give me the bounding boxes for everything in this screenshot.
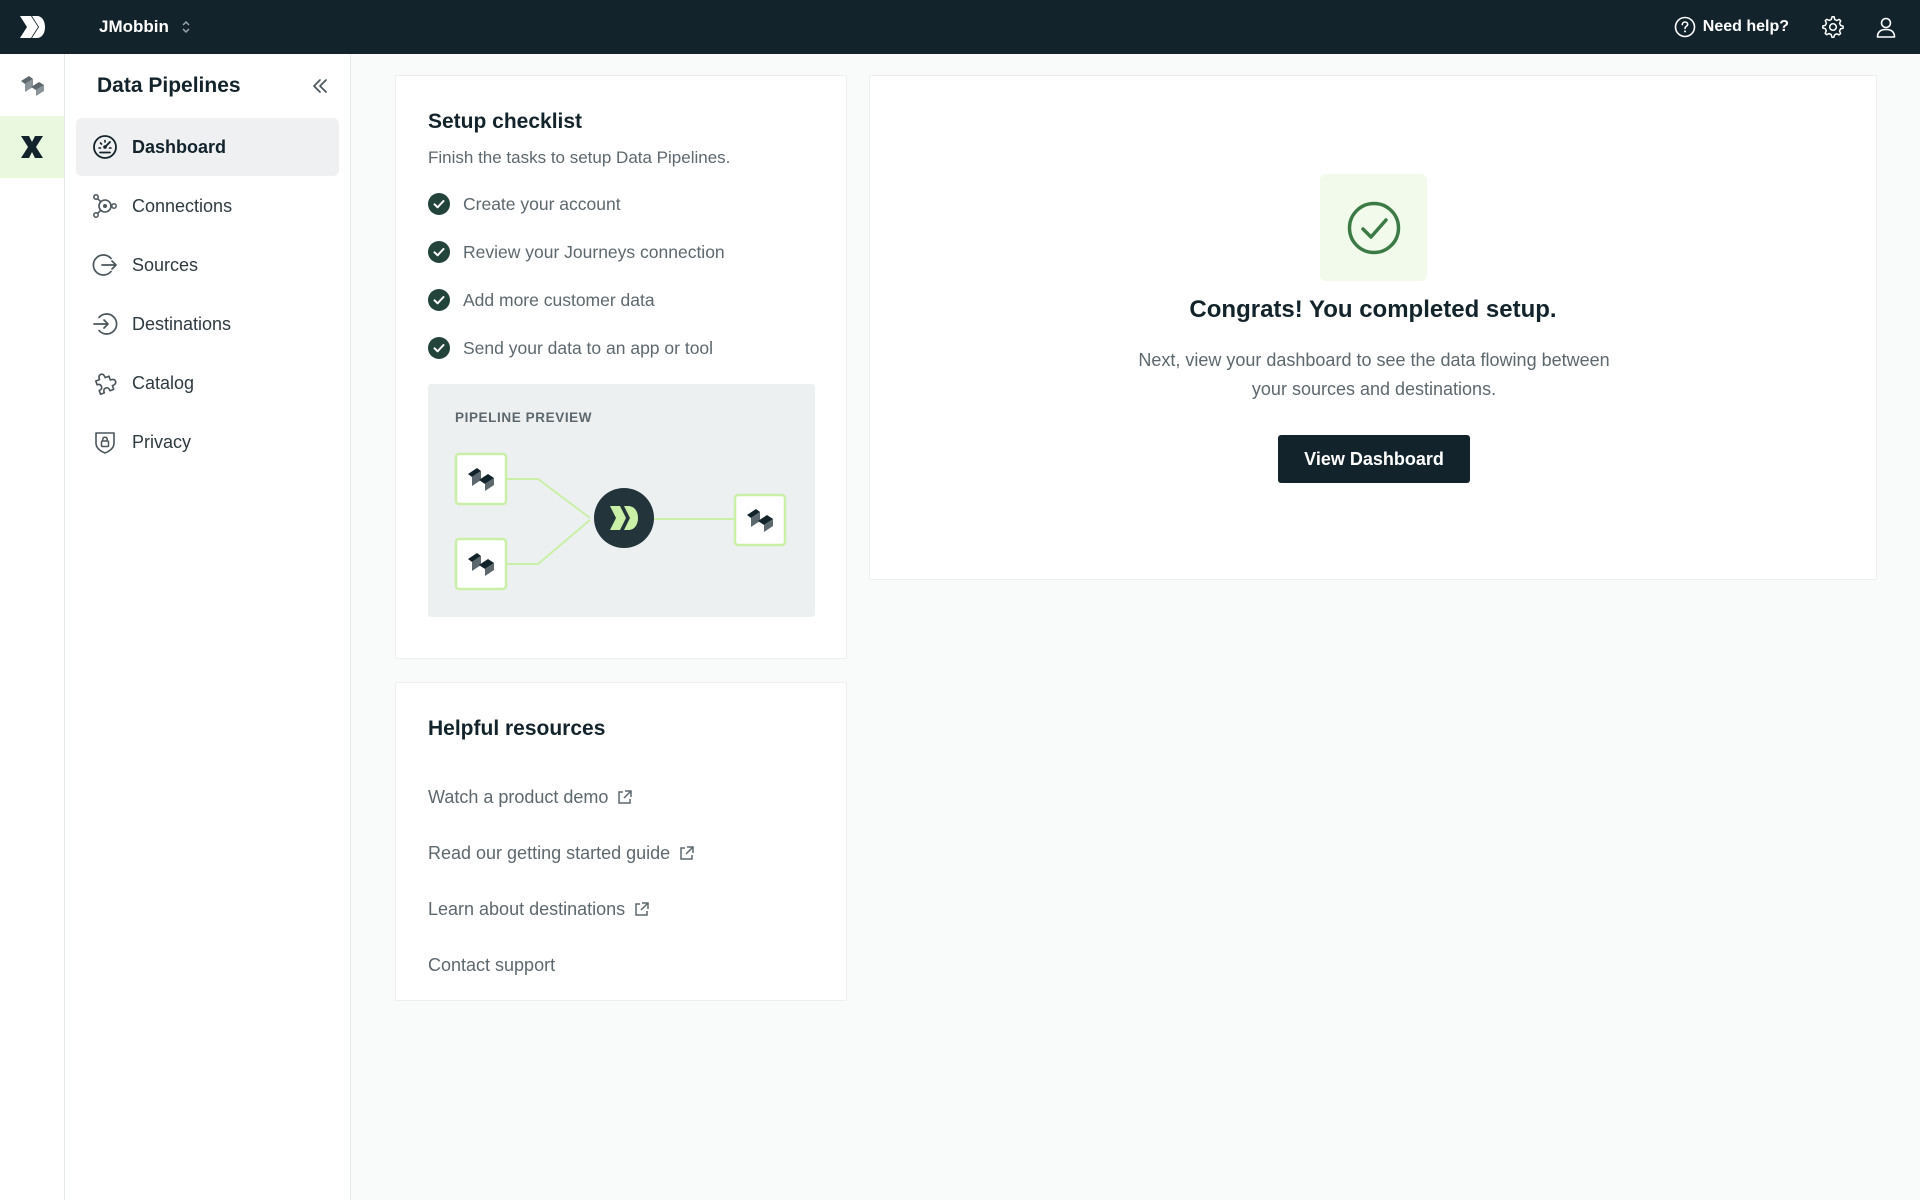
view-dashboard-button[interactable]: View Dashboard (1278, 435, 1470, 483)
side-nav-title: Data Pipelines (97, 74, 241, 97)
check-circle-icon (428, 289, 450, 311)
sidebar-item-label: Catalog (132, 372, 195, 393)
resource-link-label: Learn about destinations (428, 898, 626, 919)
external-link-icon (680, 845, 694, 860)
puzzle-icon (94, 373, 117, 395)
setup-checklist-card: Setup checklist Finish the tasks to setu… (395, 75, 847, 659)
sidebar-item-connections[interactable]: Connections (76, 177, 339, 235)
success-badge (1320, 174, 1427, 281)
helpful-resources-card: Helpful resources Watch a product demo R… (395, 682, 847, 1001)
gauge-icon (93, 135, 117, 159)
logo-icon (20, 16, 45, 38)
congrats-text: Next, view your dashboard to see the dat… (1138, 350, 1610, 399)
checklist-task-label: Add more customer data (463, 289, 655, 310)
checklist-task-label: Create your account (463, 193, 621, 214)
sidebar-item-label: Dashboard (132, 136, 227, 157)
sidebar-item-sources[interactable]: Sources (76, 236, 339, 294)
data-pipelines-icon (21, 136, 43, 158)
setup-complete-card: Congrats! You completed setup. Next, vie… (869, 75, 1877, 580)
sidebar-item-label: Privacy (132, 431, 192, 452)
checklist-task: Create your account (428, 180, 814, 228)
resource-link-getting-started[interactable]: Read our getting started guide (428, 825, 814, 881)
checklist-task: Review your Journeys connection (428, 228, 814, 276)
checklist-task: Add more customer data (428, 276, 814, 324)
app-logo[interactable] (0, 0, 64, 54)
resource-link-destinations[interactable]: Learn about destinations (428, 881, 814, 937)
sidebar-item-catalog[interactable]: Catalog (76, 354, 339, 412)
check-circle-icon (428, 193, 450, 215)
sidebar-item-label: Connections (132, 195, 233, 216)
journeys-icon (21, 76, 44, 96)
source-node-icon (454, 537, 508, 591)
workspace-name: JMobbin (99, 17, 169, 36)
need-help-label: Need help? (1702, 18, 1789, 35)
destinations-icon (93, 313, 118, 335)
resource-link-contact-support[interactable]: Contact support (428, 937, 814, 993)
pipeline-preview: PIPELINE PREVIEW (428, 384, 815, 617)
checklist-task-label: Review your Journeys connection (463, 241, 725, 262)
shield-lock-icon (95, 432, 115, 454)
product-rail (0, 54, 65, 1200)
profile-button[interactable] (1874, 15, 1898, 39)
congrats-title: Congrats! You completed setup. (1189, 296, 1557, 323)
external-link-icon (635, 901, 649, 916)
workspace-switcher[interactable]: JMobbin (99, 17, 191, 37)
sources-icon (92, 254, 117, 276)
check-circle-icon (428, 241, 450, 263)
check-circle-outline-icon (1347, 201, 1400, 254)
user-icon (1876, 17, 1896, 38)
checklist-task-label: Send your data to an app or tool (463, 337, 714, 358)
pipeline-hub-icon (594, 488, 654, 548)
destination-node-icon (733, 493, 787, 547)
gear-icon (1822, 15, 1844, 38)
setup-checklist-subtitle: Finish the tasks to setup Data Pipelines… (428, 148, 731, 167)
resource-link-label: Read our getting started guide (428, 842, 671, 863)
helpful-resources-title: Helpful resources (428, 717, 606, 740)
resource-link-label: Contact support (428, 954, 556, 975)
external-link-icon (618, 789, 633, 804)
top-bar: JMobbin Need help? (0, 0, 1920, 54)
check-circle-icon (428, 337, 450, 359)
side-nav: Data Pipelines Dashboard Connections Sou… (65, 54, 351, 1200)
source-node-icon (454, 452, 508, 506)
sidebar-item-destinations[interactable]: Destinations (76, 295, 339, 353)
setup-checklist-title: Setup checklist (428, 110, 583, 133)
sidebar-item-label: Destinations (132, 313, 232, 334)
sidebar-item-dashboard[interactable]: Dashboard (76, 118, 339, 176)
chevrons-left-icon (313, 79, 327, 93)
checklist-task: Send your data to an app or tool (428, 324, 814, 372)
settings-button[interactable] (1821, 15, 1845, 39)
sidebar-item-privacy[interactable]: Privacy (76, 413, 339, 471)
need-help-button[interactable]: Need help? (1674, 16, 1789, 38)
chevron-up-down-icon (181, 19, 191, 35)
rail-item-journeys[interactable] (0, 54, 64, 116)
connections-icon (93, 194, 117, 218)
rail-item-data-pipelines[interactable] (0, 116, 64, 178)
help-circle-icon (1674, 16, 1696, 38)
pipeline-diagram (454, 452, 787, 591)
sidebar-item-label: Sources (132, 254, 199, 275)
collapse-sidebar-button[interactable] (310, 76, 330, 96)
resource-link-product-demo[interactable]: Watch a product demo (428, 769, 814, 825)
resource-link-label: Watch a product demo (428, 786, 609, 807)
